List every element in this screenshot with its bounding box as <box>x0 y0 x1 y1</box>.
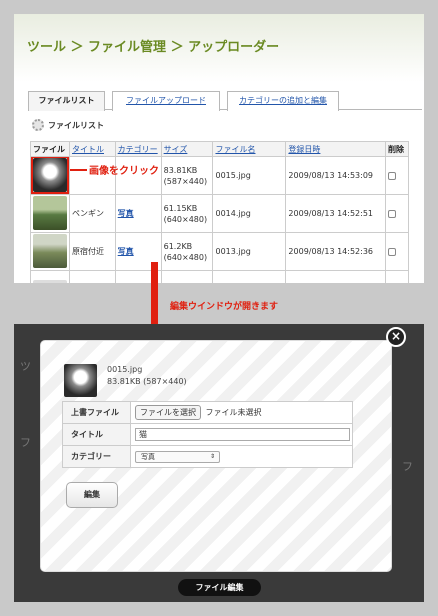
modal-footer-label: ファイル編集 <box>178 579 261 596</box>
tab-bar: ファイルリスト ファイルアップロード カテゴリーの追加と編集 <box>28 91 422 111</box>
edit-form: 上書ファイル ファイルを選択 ファイル未選択 タイトル 猫 カテゴリー 写真 ⇕ <box>62 401 353 468</box>
modal-filesize: 83.81KB (587×440) <box>107 377 187 386</box>
row-date: 2009/08/13 14:53:09 <box>285 156 387 195</box>
file-thumbnail[interactable] <box>33 233 67 268</box>
close-icon[interactable]: × <box>386 327 406 347</box>
delete-checkbox[interactable] <box>388 171 397 180</box>
file-thumbnail-selected[interactable] <box>31 157 69 194</box>
select-arrows-icon: ⇕ <box>209 452 215 460</box>
tab-file-upload[interactable]: ファイルアップロード <box>112 91 220 111</box>
modal-thumbnail <box>64 364 97 397</box>
file-manager-panel: ツール ＞ ファイル管理 ＞ アップローダー ファイルリスト ファイルアップロー… <box>14 14 424 283</box>
form-row-file: 上書ファイル ファイルを選択 ファイル未選択 <box>62 401 353 424</box>
row-size: 61.2KB (640×480) <box>160 232 214 271</box>
row-date: 2009/08/13 14:52:51 <box>285 194 387 233</box>
row-category-link[interactable]: 写真 <box>118 247 134 256</box>
no-file-text: ファイル未選択 <box>205 408 262 417</box>
row-filename: 0015.jpg <box>212 156 287 195</box>
table-header-row: ファイル タイトル カテゴリー サイズ ファイル名 登録日時 削除 <box>30 141 409 157</box>
section-heading: ファイルリスト <box>32 118 104 132</box>
delete-checkbox[interactable] <box>388 209 397 218</box>
table-row: 原宿付近 写真 61.2KB (640×480) 0013.jpg 2009/08… <box>30 232 409 271</box>
cat-image <box>33 157 67 192</box>
edit-file-modal: 0015.jpg 83.81KB (587×440) 上書ファイル ファイルを選… <box>40 340 392 572</box>
form-row-category: カテゴリー 写真 ⇕ <box>62 445 353 468</box>
modal-filename: 0015.jpg <box>107 365 143 374</box>
edit-button[interactable]: 編集 <box>66 482 118 508</box>
col-file: ファイル <box>30 141 70 157</box>
table-row-partial <box>30 270 409 283</box>
size-dims: (640×480) <box>163 214 208 224</box>
tab-category-edit[interactable]: カテゴリーの追加と編集 <box>227 91 339 111</box>
category-label: カテゴリー <box>62 445 131 468</box>
col-size[interactable]: サイズ <box>160 141 214 157</box>
row-title: 原宿付近 <box>69 232 116 271</box>
row-filename: 0013.jpg <box>212 232 287 271</box>
click-callout: 画像をクリック <box>70 162 159 177</box>
size-dims: (640×480) <box>163 252 208 262</box>
row-size: 61.15KB (640×480) <box>160 194 214 233</box>
row-category-link[interactable]: 写真 <box>118 209 134 218</box>
row-size: 83.81KB (587×440) <box>160 156 214 195</box>
row-filename: 0014.jpg <box>212 194 287 233</box>
file-thumbnail[interactable] <box>33 279 67 283</box>
col-filename[interactable]: ファイル名 <box>212 141 287 157</box>
page-header: ツール ＞ ファイル管理 ＞ アップローダー <box>14 14 424 82</box>
form-row-title: タイトル 猫 <box>62 423 353 446</box>
table-row: ペンギン 写真 61.15KB (640×480) 0014.jpg 2009/0… <box>30 194 409 233</box>
tab-file-list[interactable]: ファイルリスト <box>28 91 105 111</box>
col-title[interactable]: タイトル <box>69 141 116 157</box>
row-title: ペンギン <box>69 194 116 233</box>
col-delete: 削除 <box>385 141 409 157</box>
size-value: 83.81KB <box>163 165 198 175</box>
breadcrumb: ツール ＞ ファイル管理 ＞ アップローダー <box>27 40 280 55</box>
gear-icon <box>32 119 44 131</box>
overwrite-file-label: 上書ファイル <box>62 401 131 424</box>
choose-file-button[interactable]: ファイルを選択 <box>135 405 201 420</box>
callout-line <box>70 168 87 171</box>
col-date[interactable]: 登録日時 <box>285 141 387 157</box>
category-select[interactable]: 写真 ⇕ <box>135 450 220 463</box>
ghost-text: フ <box>20 436 31 449</box>
size-value: 61.15KB <box>163 203 198 213</box>
ghost-text: ツ <box>20 360 31 373</box>
row-date: 2009/08/13 14:52:36 <box>285 232 387 271</box>
file-thumbnail[interactable] <box>33 195 67 230</box>
category-select-value: 写真 <box>141 452 155 461</box>
delete-checkbox[interactable] <box>388 247 397 256</box>
size-value: 61.2KB <box>163 241 193 251</box>
ghost-text: フ <box>402 460 413 473</box>
size-dims: (587×440) <box>163 176 208 186</box>
click-instruction: 画像をクリック <box>89 166 159 177</box>
title-label: タイトル <box>62 423 131 446</box>
section-title: ファイルリスト <box>48 120 104 130</box>
title-input[interactable]: 猫 <box>135 428 350 441</box>
open-editor-caption: 編集ウインドウが開きます <box>170 302 279 312</box>
col-category[interactable]: カテゴリー <box>114 141 162 157</box>
